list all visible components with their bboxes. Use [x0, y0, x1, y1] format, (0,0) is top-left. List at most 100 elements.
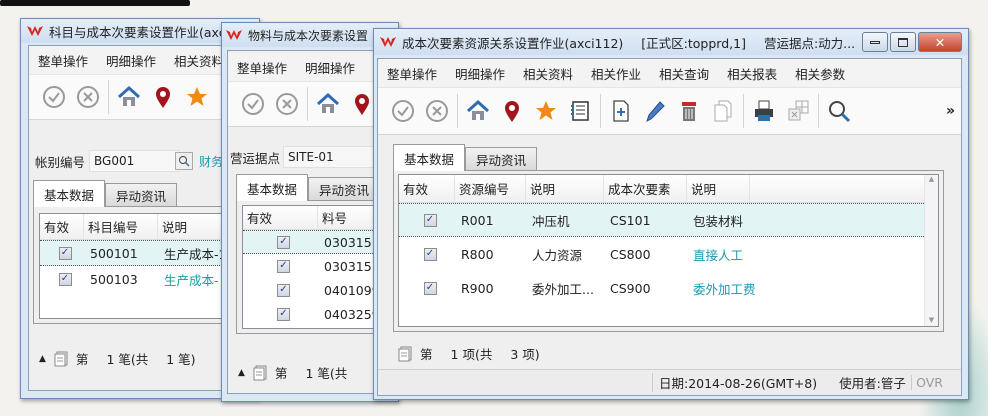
- status-date: 日期:2014-08-26(GMT+8): [651, 373, 817, 392]
- column-header-cost-description[interactable]: 说明: [687, 175, 750, 202]
- toolbar-divider: [600, 94, 601, 128]
- location-pin-icon[interactable]: [146, 80, 180, 114]
- valid-checkbox[interactable]: ✓: [58, 272, 72, 286]
- valid-checkbox[interactable]: ✓: [277, 283, 290, 297]
- valid-checkbox[interactable]: ✓: [423, 247, 437, 261]
- delete-trash-icon[interactable]: [672, 94, 706, 128]
- window-cost-element-resource: 成本次要素资源关系设置作业(axci112) [正式区:topprd,1] 营运…: [373, 28, 969, 400]
- tab-basic-data[interactable]: 基本数据: [393, 144, 466, 171]
- home-icon[interactable]: [112, 80, 146, 114]
- cost-element: CS800: [610, 246, 651, 262]
- column-header-cost-element[interactable]: 成本次要素: [604, 175, 687, 202]
- pager-prefix: 第: [75, 352, 89, 367]
- app-logo-icon: [380, 35, 396, 49]
- window-title: 物料与成本次要素设置: [248, 28, 369, 43]
- home-icon[interactable]: [311, 87, 345, 121]
- pager-current: 1 笔(共: [305, 366, 348, 381]
- tab-basic-data[interactable]: 基本数据: [33, 180, 106, 207]
- site-label: 营运据点: [230, 150, 281, 166]
- maximize-icon: [898, 37, 908, 47]
- menu-related-parameters[interactable]: 相关参数: [786, 64, 854, 83]
- new-document-icon[interactable]: [604, 94, 638, 128]
- account-code: 500101: [90, 245, 138, 261]
- menu-bar: 整单操作 明细操作 相关资料 相关作业 相关查询 相关报表 相关参数: [378, 59, 961, 87]
- vertical-scrollbar[interactable]: ▲ ▼: [924, 175, 938, 326]
- title-bar[interactable]: 物料与成本次要素设置: [222, 23, 398, 47]
- column-header-valid[interactable]: 有效: [40, 214, 84, 239]
- cancel-icon[interactable]: [270, 87, 304, 121]
- status-user: 使用者:管子: [839, 376, 906, 391]
- collapse-chevron-up-icon[interactable]: ▲: [238, 368, 245, 378]
- slide-heading-clipped: [0, 0, 200, 8]
- scroll-down-arrow-icon[interactable]: ▼: [925, 316, 938, 324]
- account-input[interactable]: BG001: [89, 150, 180, 172]
- home-icon[interactable]: [461, 94, 495, 128]
- more-tools-button[interactable]: »: [946, 103, 955, 119]
- print-icon[interactable]: [747, 94, 781, 128]
- pager: 第 1 项(共 3 项): [398, 344, 544, 363]
- tab-change-info[interactable]: 异动资讯: [105, 183, 178, 207]
- menu-whole-operation[interactable]: 整单操作: [29, 51, 97, 70]
- description-link[interactable]: 生产成本-: [158, 270, 219, 289]
- cancel-icon[interactable]: [71, 80, 105, 114]
- menu-related-jobs[interactable]: 相关作业: [582, 64, 650, 83]
- finance-link[interactable]: 财务: [199, 153, 223, 170]
- menu-detail-operation[interactable]: 明细操作: [97, 51, 165, 70]
- valid-checkbox[interactable]: ✓: [277, 307, 290, 321]
- tab-change-info[interactable]: 异动资讯: [308, 177, 381, 201]
- resource-code: R900: [461, 280, 494, 296]
- location-pin-icon[interactable]: [495, 94, 529, 128]
- cancel-icon[interactable]: [420, 94, 454, 128]
- confirm-icon[interactable]: [386, 94, 420, 128]
- valid-checkbox[interactable]: ✓: [423, 281, 437, 295]
- close-button[interactable]: ✕: [918, 32, 962, 52]
- column-header-account-code[interactable]: 科目编号: [84, 214, 158, 239]
- cost-description-link[interactable]: 直接人工: [687, 245, 743, 264]
- menu-detail-operation[interactable]: 明细操作: [296, 58, 364, 77]
- scroll-up-arrow-icon[interactable]: ▲: [925, 175, 938, 183]
- star-icon[interactable]: [180, 80, 214, 114]
- column-header-valid[interactable]: 有效: [399, 175, 455, 202]
- confirm-icon[interactable]: [236, 87, 270, 121]
- tab-basic-data[interactable]: 基本数据: [236, 174, 309, 201]
- table-row[interactable]: ✓ R900 委外加工... CS900 委外加工费: [399, 271, 938, 305]
- pager-current: 1 笔(共: [106, 352, 149, 367]
- menu-whole-operation[interactable]: 整单操作: [378, 64, 446, 83]
- minimize-button[interactable]: [862, 32, 888, 52]
- app-logo-icon: [27, 24, 43, 38]
- menu-bar: 整单操作 明细操作: [228, 53, 390, 81]
- table-row[interactable]: ✓ R800 人力资源 CS800 直接人工: [399, 237, 938, 271]
- cost-description-link[interactable]: 委外加工费: [687, 279, 756, 298]
- confirm-icon[interactable]: [37, 80, 71, 114]
- title-bar[interactable]: 成本次要素资源关系设置作业(axci112) [正式区:topprd,1] 营运…: [374, 29, 968, 55]
- column-header-valid[interactable]: 有效: [243, 206, 318, 229]
- menu-whole-operation[interactable]: 整单操作: [228, 58, 296, 77]
- valid-checkbox[interactable]: ✓: [277, 235, 290, 249]
- table-row[interactable]: ✓ R001 冲压机 CS101 包装材料: [399, 203, 924, 237]
- search-icon[interactable]: [822, 94, 856, 128]
- window-title: 成本次要素资源关系设置作业(axci112): [402, 35, 624, 51]
- maximize-button[interactable]: [890, 32, 916, 52]
- column-header-description[interactable]: 说明: [526, 175, 604, 202]
- cost-element: CS101: [610, 212, 651, 228]
- valid-checkbox[interactable]: ✓: [277, 259, 290, 273]
- edit-pencil-icon[interactable]: [638, 94, 672, 128]
- collapse-chevron-up-icon[interactable]: ▲: [39, 354, 46, 364]
- pager-prefix: 第: [420, 347, 433, 362]
- menu-detail-operation[interactable]: 明细操作: [446, 64, 514, 83]
- list-icon[interactable]: [563, 94, 597, 128]
- valid-checkbox[interactable]: ✓: [58, 246, 72, 260]
- toolbar: »: [378, 87, 961, 135]
- export-excel-icon[interactable]: [781, 94, 815, 128]
- account-code: 500103: [90, 271, 138, 287]
- tab-change-info[interactable]: 异动资讯: [465, 147, 538, 171]
- menu-related-queries[interactable]: 相关查询: [650, 64, 718, 83]
- description: 冲压机: [532, 213, 570, 229]
- lookup-search-icon[interactable]: [175, 152, 194, 170]
- star-icon[interactable]: [529, 94, 563, 128]
- menu-related-data[interactable]: 相关资料: [514, 64, 582, 83]
- valid-checkbox[interactable]: ✓: [423, 213, 437, 227]
- menu-related-reports[interactable]: 相关报表: [718, 64, 786, 83]
- copy-icon[interactable]: [706, 94, 740, 128]
- column-header-resource-code[interactable]: 资源编号: [455, 175, 526, 202]
